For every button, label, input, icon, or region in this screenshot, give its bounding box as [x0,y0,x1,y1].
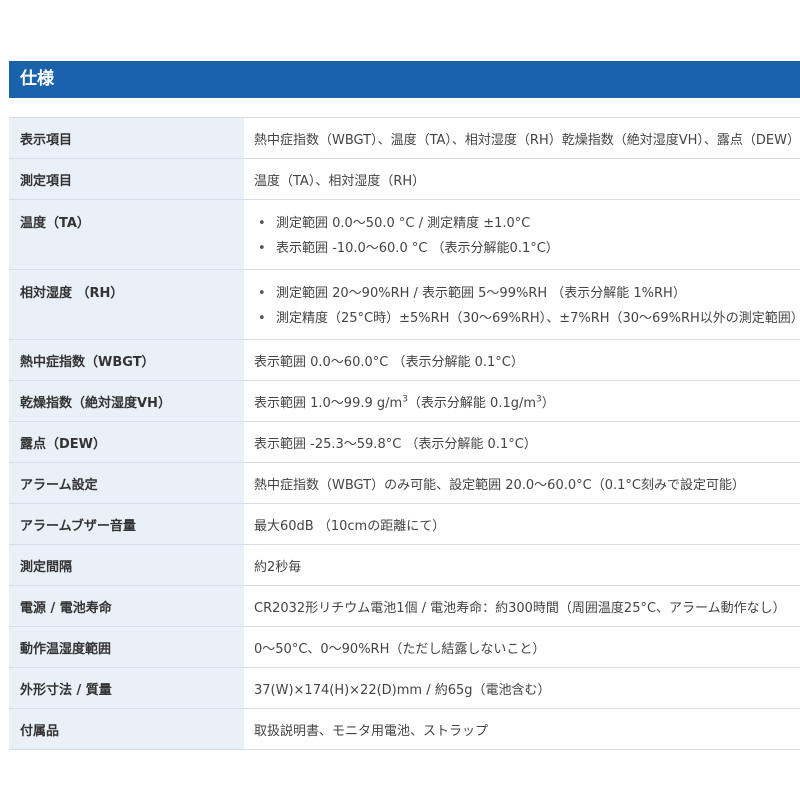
table-row: 電源 / 電池寿命 CR2032形リチウム電池1個 / 電池寿命：約300時間（… [9,585,800,627]
row-value: 測定範囲 0.0〜50.0 °C / 測定精度 ±1.0°C 表示範囲 -10.… [244,199,800,270]
row-label: 測定間隔 [9,544,244,586]
row-value: 熱中症指数（WBGT）、温度（TA）、相対湿度（RH）乾燥指数（絶対湿度VH）、… [244,117,800,159]
table-row: 測定間隔 約2秒毎 [9,544,800,586]
row-label: 測定項目 [9,158,244,200]
list-item: 測定精度（25°C時）±5%RH（30〜69%RH）、±7%RH（30〜69%R… [258,306,800,331]
spec-table: 表示項目 熱中症指数（WBGT）、温度（TA）、相対湿度（RH）乾燥指数（絶対湿… [9,117,800,750]
row-label: 外形寸法 / 質量 [9,667,244,709]
table-row: 乾燥指数（絶対湿度VH） 表示範囲 1.0〜99.9 g/m3（表示分解能 0.… [9,380,800,422]
row-value: 取扱説明書、モニタ用電池、ストラップ [244,708,800,750]
row-label: 付属品 [9,708,244,750]
row-value: CR2032形リチウム電池1個 / 電池寿命：約300時間（周囲温度25°C、ア… [244,585,800,627]
row-label: 相対湿度 （RH） [9,269,244,340]
table-row: 温度（TA） 測定範囲 0.0〜50.0 °C / 測定精度 ±1.0°C 表示… [9,199,800,270]
row-value: 表示範囲 1.0〜99.9 g/m3（表示分解能 0.1g/m3） [244,380,800,422]
row-label: アラーム設定 [9,462,244,504]
row-label: 温度（TA） [9,199,244,270]
table-row: 表示項目 熱中症指数（WBGT）、温度（TA）、相対湿度（RH）乾燥指数（絶対湿… [9,117,800,159]
section-title-bar: 仕様 [9,61,800,98]
row-value: 最大60dB （10cmの距離にて） [244,503,800,545]
list-item: 測定範囲 0.0〜50.0 °C / 測定精度 ±1.0°C [258,211,800,236]
table-row: 動作温湿度範囲 0〜50°C、0〜90%RH（ただし結露しないこと） [9,626,800,668]
row-value: 0〜50°C、0〜90%RH（ただし結露しないこと） [244,626,800,668]
value-text: ） [541,395,555,411]
row-value: 約2秒毎 [244,544,800,586]
row-label: 乾燥指数（絶対湿度VH） [9,380,244,422]
value-text: 表示範囲 1.0〜99.9 g/m [254,395,403,411]
row-value: 37(W)×174(H)×22(D)mm / 約65g（電池含む） [244,667,800,709]
row-value: 表示範囲 0.0〜60.0°C （表示分解能 0.1°C） [244,339,800,381]
row-value: 表示範囲 -25.3〜59.8°C （表示分解能 0.1°C） [244,421,800,463]
row-value: 熱中症指数（WBGT）のみ可能、設定範囲 20.0〜60.0°C（0.1°C刻み… [244,462,800,504]
table-row: 露点（DEW） 表示範囲 -25.3〜59.8°C （表示分解能 0.1°C） [9,421,800,463]
table-row: 熱中症指数（WBGT） 表示範囲 0.0〜60.0°C （表示分解能 0.1°C… [9,339,800,381]
list-item: 測定範囲 20〜90%RH / 表示範囲 5〜99%RH （表示分解能 1%RH… [258,281,800,306]
section-title: 仕様 [20,69,54,89]
row-label: 電源 / 電池寿命 [9,585,244,627]
value-text: （表示分解能 0.1g/m [407,395,537,411]
bullet-list: 測定範囲 20〜90%RH / 表示範囲 5〜99%RH （表示分解能 1%RH… [254,281,800,331]
table-row: 測定項目 温度（TA）、相対湿度（RH） [9,158,800,200]
row-label: 熱中症指数（WBGT） [9,339,244,381]
row-label: 表示項目 [9,117,244,159]
list-item: 表示範囲 -10.0〜60.0 °C （表示分解能0.1°C） [258,236,800,261]
row-value: 温度（TA）、相対湿度（RH） [244,158,800,200]
row-value: 測定範囲 20〜90%RH / 表示範囲 5〜99%RH （表示分解能 1%RH… [244,269,800,340]
row-label: 露点（DEW） [9,421,244,463]
table-row: 相対湿度 （RH） 測定範囲 20〜90%RH / 表示範囲 5〜99%RH （… [9,269,800,340]
row-label: アラームブザー音量 [9,503,244,545]
bullet-list: 測定範囲 0.0〜50.0 °C / 測定精度 ±1.0°C 表示範囲 -10.… [254,211,800,261]
table-row: 付属品 取扱説明書、モニタ用電池、ストラップ [9,708,800,750]
row-label: 動作温湿度範囲 [9,626,244,668]
table-row: アラームブザー音量 最大60dB （10cmの距離にて） [9,503,800,545]
table-row: 外形寸法 / 質量 37(W)×174(H)×22(D)mm / 約65g（電池… [9,667,800,709]
table-row: アラーム設定 熱中症指数（WBGT）のみ可能、設定範囲 20.0〜60.0°C（… [9,462,800,504]
